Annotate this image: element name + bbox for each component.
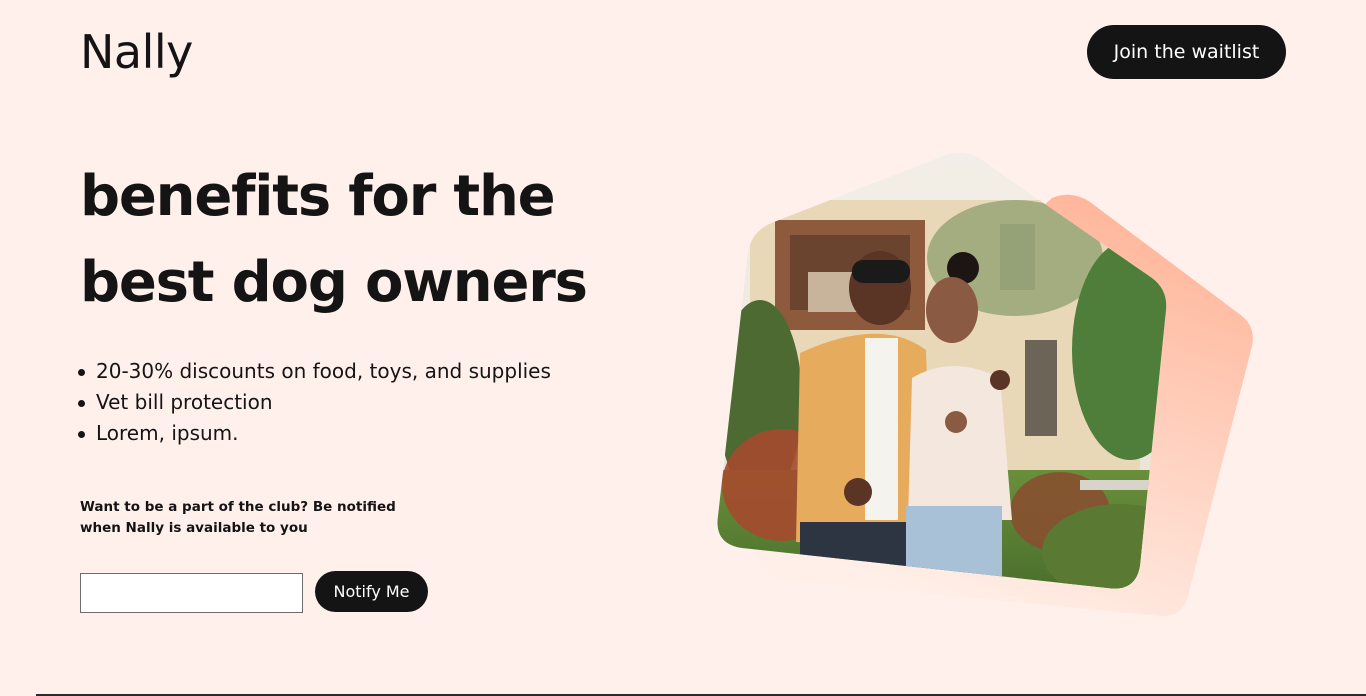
notify-me-button[interactable]: Notify Me [315, 571, 428, 612]
hero-headline-line-2: best dog owners [80, 250, 588, 315]
benefit-item: Lorem, ipsum. [78, 418, 551, 449]
hero-headline-line-1: benefits for the [80, 164, 556, 229]
signup-prompt: Want to be a part of the club? Be notifi… [80, 499, 396, 536]
hero-headline: benefits for the best dog owners [80, 154, 700, 326]
benefit-item: 20-30% discounts on food, toys, and supp… [78, 356, 551, 387]
brand-logo[interactable]: Nally [80, 20, 193, 84]
hero-image [717, 152, 1253, 617]
benefits-list: 20-30% discounts on food, toys, and supp… [78, 356, 551, 449]
benefit-item: Vet bill protection [78, 387, 551, 418]
email-input[interactable] [80, 573, 303, 613]
join-waitlist-button[interactable]: Join the waitlist [1087, 25, 1286, 79]
